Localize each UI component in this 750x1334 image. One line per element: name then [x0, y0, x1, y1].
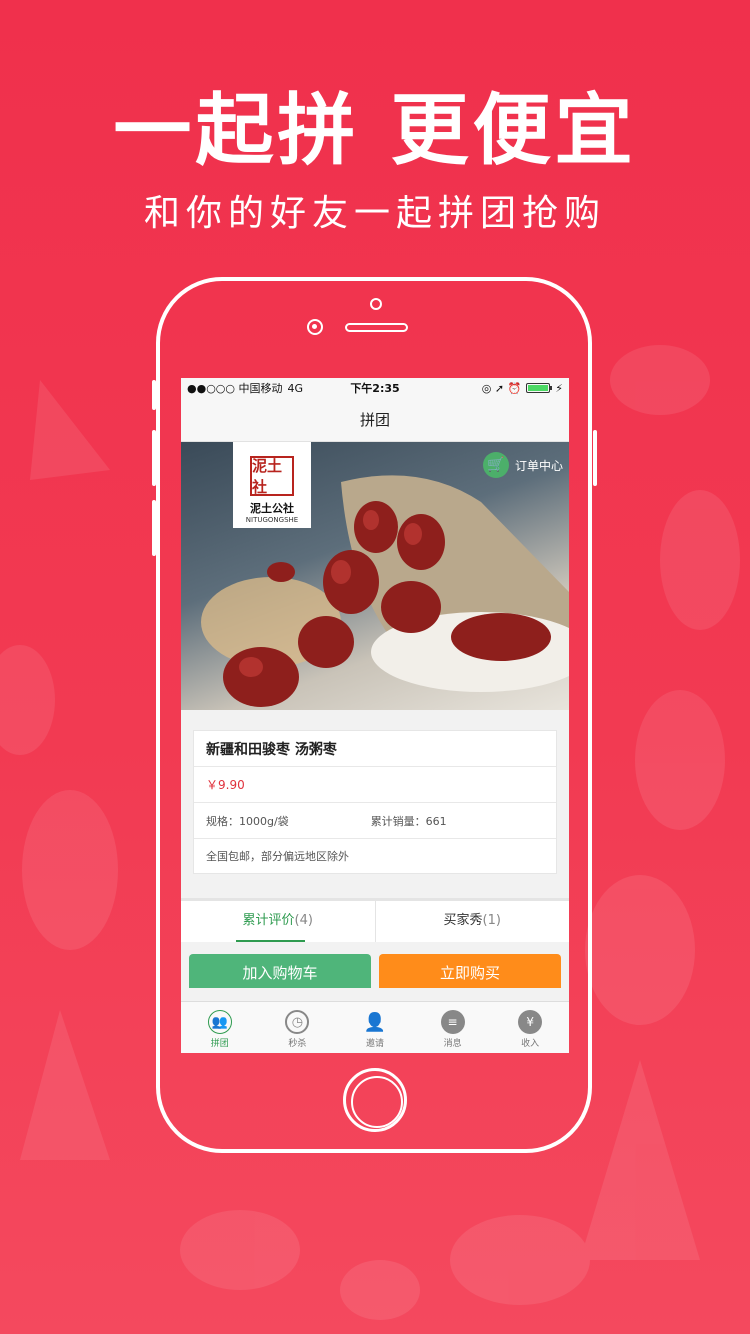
tabbar-label-invite: 邀请 [365, 1039, 384, 1049]
promo-headline: 一起拼 更便宜 [113, 86, 637, 176]
cart-icon: 🛒 [482, 452, 509, 478]
product-spec-row: 规格：1000g/袋 累计销量：661 [194, 803, 556, 839]
tabbar-item-invite[interactable]: 👤 邀请 [336, 1002, 414, 1053]
tab-buyer-show-count: (1) [482, 913, 501, 928]
group-icon: 👥 [207, 1010, 232, 1034]
product-sales: 累计销量：661 [370, 814, 447, 828]
tab-reviews-label: 累计评价 [242, 913, 295, 928]
tabbar-item-group[interactable]: 👥 拼团 [181, 1002, 259, 1053]
phone-power-button [593, 430, 597, 486]
tab-reviews[interactable]: 累计评价(4) [181, 901, 375, 942]
tabbar-label-income: 收入 [521, 1039, 540, 1049]
phone-side-button [152, 380, 156, 410]
clock-icon: ◷ [285, 1010, 310, 1034]
status-time: 下午2:35 [350, 382, 400, 395]
logo-english: NITUGONGSHE [245, 516, 299, 524]
page-title: 拼团 [181, 398, 569, 442]
order-center-button[interactable]: 🛒 订单中心 [482, 452, 563, 478]
brand-logo: 泥土社 泥土公社 NITUGONGSHE [233, 442, 311, 528]
tab-reviews-count: (4) [294, 913, 313, 928]
tabbar-label-messages: 消息 [443, 1039, 462, 1049]
action-buttons: 加入购物车 立即购买 [181, 954, 569, 988]
phone-earpiece [345, 323, 408, 332]
tabbar-item-income[interactable]: ¥ 收入 [491, 1002, 569, 1053]
tab-buyer-show-label: 买家秀 [443, 913, 483, 928]
product-shipping: 全国包邮，部分偏远地区除外 [206, 850, 349, 863]
chat-icon: ≡ [440, 1010, 465, 1034]
app-screen: ●●○○○ 中国移动 4G 下午2:35 ◎ ➚ ⏰ ⚡ 拼团 泥土社 泥土公社… [181, 378, 569, 1053]
add-user-icon: 👤 [363, 1011, 387, 1033]
tabbar-item-flash-sale[interactable]: ◷ 秒杀 [259, 1002, 337, 1053]
phone-volume-up [152, 430, 156, 486]
product-title: 新疆和田骏枣 汤粥枣 [194, 731, 556, 767]
product-banner-image: 泥土社 泥土公社 NITUGONGSHE 🛒 订单中心 [181, 442, 569, 710]
phone-sensor [370, 298, 382, 310]
money-bag-icon: ¥ [518, 1010, 543, 1034]
tabbar-label-flash-sale: 秒杀 [288, 1039, 307, 1049]
phone-volume-down [152, 500, 156, 556]
promo-subheadline: 和你的好友一起拼团抢购 [143, 193, 606, 234]
add-to-cart-button[interactable]: 加入购物车 [189, 954, 371, 988]
order-center-label: 订单中心 [514, 458, 563, 473]
tabbar-item-messages[interactable]: ≡ 消息 [414, 1002, 492, 1053]
phone-camera [307, 319, 323, 335]
tabbar-label-group: 拼团 [210, 1039, 229, 1049]
product-spec: 规格：1000g/袋 [206, 814, 289, 828]
product-info-card: 新疆和田骏枣 汤粥枣 ￥9.90 规格：1000g/袋 累计销量：661 全国包… [193, 730, 557, 874]
phone-home-button[interactable] [343, 1068, 407, 1132]
status-bar: ●●○○○ 中国移动 4G 下午2:35 ◎ ➚ ⏰ ⚡ [181, 378, 569, 398]
battery-icon [526, 383, 553, 393]
tab-buyer-show[interactable]: 买家秀(1) [374, 901, 570, 942]
logo-name: 泥土公社 [250, 502, 294, 515]
logo-seal: 泥土社 [250, 456, 294, 496]
buy-now-button[interactable]: 立即购买 [379, 954, 561, 988]
product-price: ￥9.90 [194, 767, 556, 803]
bottom-tab-bar: 👥 拼团 ◷ 秒杀 👤 邀请 ≡ 消息 ¥ 收入 [181, 1001, 569, 1053]
review-tabs: 累计评价(4) 买家秀(1) [181, 898, 569, 942]
